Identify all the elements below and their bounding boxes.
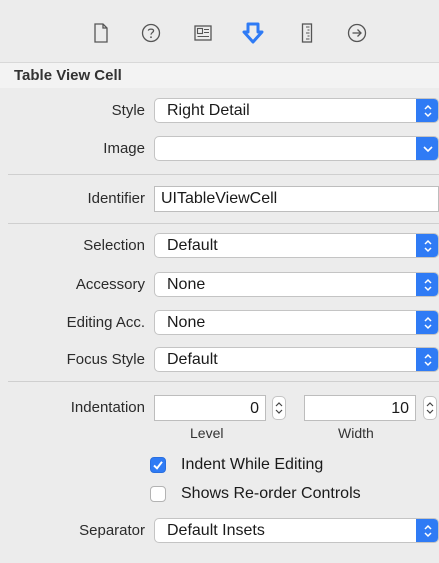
checkmark-icon	[153, 461, 163, 470]
style-row: Style Right Detail	[0, 98, 439, 124]
divider	[8, 381, 439, 382]
selection-label: Selection	[83, 237, 145, 254]
identity-icon	[194, 25, 212, 41]
editing-accessory-value: None	[167, 314, 206, 331]
indentation-width-stepper[interactable]	[423, 396, 437, 420]
focus-style-label: Focus Style	[66, 351, 145, 368]
divider	[8, 223, 439, 224]
focus-style-value: Default	[167, 351, 218, 368]
image-label: Image	[103, 140, 145, 157]
quick-help-tab[interactable]	[140, 22, 162, 44]
identifier-field[interactable]	[154, 186, 439, 212]
indentation-level-caption: Level	[190, 425, 224, 441]
identifier-label: Identifier	[87, 190, 145, 207]
connections-icon	[347, 23, 367, 43]
indentation-level-field[interactable]: 0	[154, 395, 266, 421]
attributes-icon	[242, 22, 264, 44]
indentation-row: Indentation 0 Level 10 Width	[0, 395, 439, 445]
section-title: Table View Cell	[14, 67, 122, 84]
editing-accessory-label: Editing Acc.	[66, 314, 145, 331]
file-inspector-tab[interactable]	[90, 22, 112, 44]
section-header: Table View Cell	[0, 62, 439, 90]
image-combo[interactable]	[154, 136, 439, 161]
inspector-toolbar	[0, 0, 439, 62]
help-icon	[141, 23, 161, 43]
editing-accessory-popup[interactable]: None	[154, 310, 439, 335]
updown-chevron-icon	[416, 99, 438, 122]
indent-while-editing-row[interactable]: Indent While Editing	[0, 455, 439, 477]
indentation-width-value: 10	[391, 400, 409, 417]
style-value: Right Detail	[167, 102, 250, 119]
attributes-inspector-tab[interactable]	[242, 22, 264, 44]
accessory-label: Accessory	[75, 276, 145, 293]
updown-chevron-icon	[416, 273, 438, 296]
shows-reorder-row[interactable]: Shows Re-order Controls	[0, 484, 439, 506]
indent-while-editing-checkbox[interactable]	[150, 457, 166, 473]
selection-row: Selection Default	[0, 233, 439, 259]
shows-reorder-checkbox[interactable]	[150, 486, 166, 502]
shows-reorder-label[interactable]: Shows Re-order Controls	[181, 485, 361, 503]
accessory-popup[interactable]: None	[154, 272, 439, 297]
accessory-value: None	[167, 276, 206, 293]
indentation-level-stepper[interactable]	[272, 396, 286, 420]
image-row: Image	[0, 136, 439, 162]
stepper-icon	[426, 402, 434, 414]
identity-inspector-tab[interactable]	[192, 22, 214, 44]
updown-chevron-icon	[416, 311, 438, 334]
updown-chevron-icon	[416, 348, 438, 371]
separator-row: Separator Default Insets	[0, 518, 439, 544]
selection-popup[interactable]: Default	[154, 233, 439, 258]
size-inspector-tab[interactable]	[296, 22, 318, 44]
connections-inspector-tab[interactable]	[346, 22, 368, 44]
indentation-width-field[interactable]: 10	[304, 395, 416, 421]
identifier-row: Identifier	[0, 186, 439, 212]
accessory-row: Accessory None	[0, 272, 439, 298]
updown-chevron-icon	[416, 234, 438, 257]
focus-style-popup[interactable]: Default	[154, 347, 439, 372]
style-label: Style	[111, 102, 145, 119]
file-icon	[94, 23, 108, 43]
ruler-icon	[301, 23, 313, 43]
separator-label: Separator	[79, 522, 145, 539]
indent-while-editing-label[interactable]: Indent While Editing	[181, 456, 323, 474]
divider	[8, 174, 439, 175]
indentation-label: Indentation	[70, 399, 145, 416]
indentation-level-value: 0	[250, 400, 259, 417]
selection-value: Default	[167, 237, 218, 254]
editing-accessory-row: Editing Acc. None	[0, 310, 439, 336]
chevron-down-icon	[416, 137, 438, 160]
identifier-input[interactable]	[161, 190, 431, 208]
stepper-icon	[275, 402, 283, 414]
separator-value: Default Insets	[167, 522, 265, 539]
separator-popup[interactable]: Default Insets	[154, 518, 439, 543]
updown-chevron-icon	[416, 519, 438, 542]
indentation-width-caption: Width	[338, 425, 374, 441]
focus-style-row: Focus Style Default	[0, 347, 439, 373]
inspector-content: Style Right Detail Image Identifier Sele…	[0, 88, 439, 563]
style-popup[interactable]: Right Detail	[154, 98, 439, 123]
